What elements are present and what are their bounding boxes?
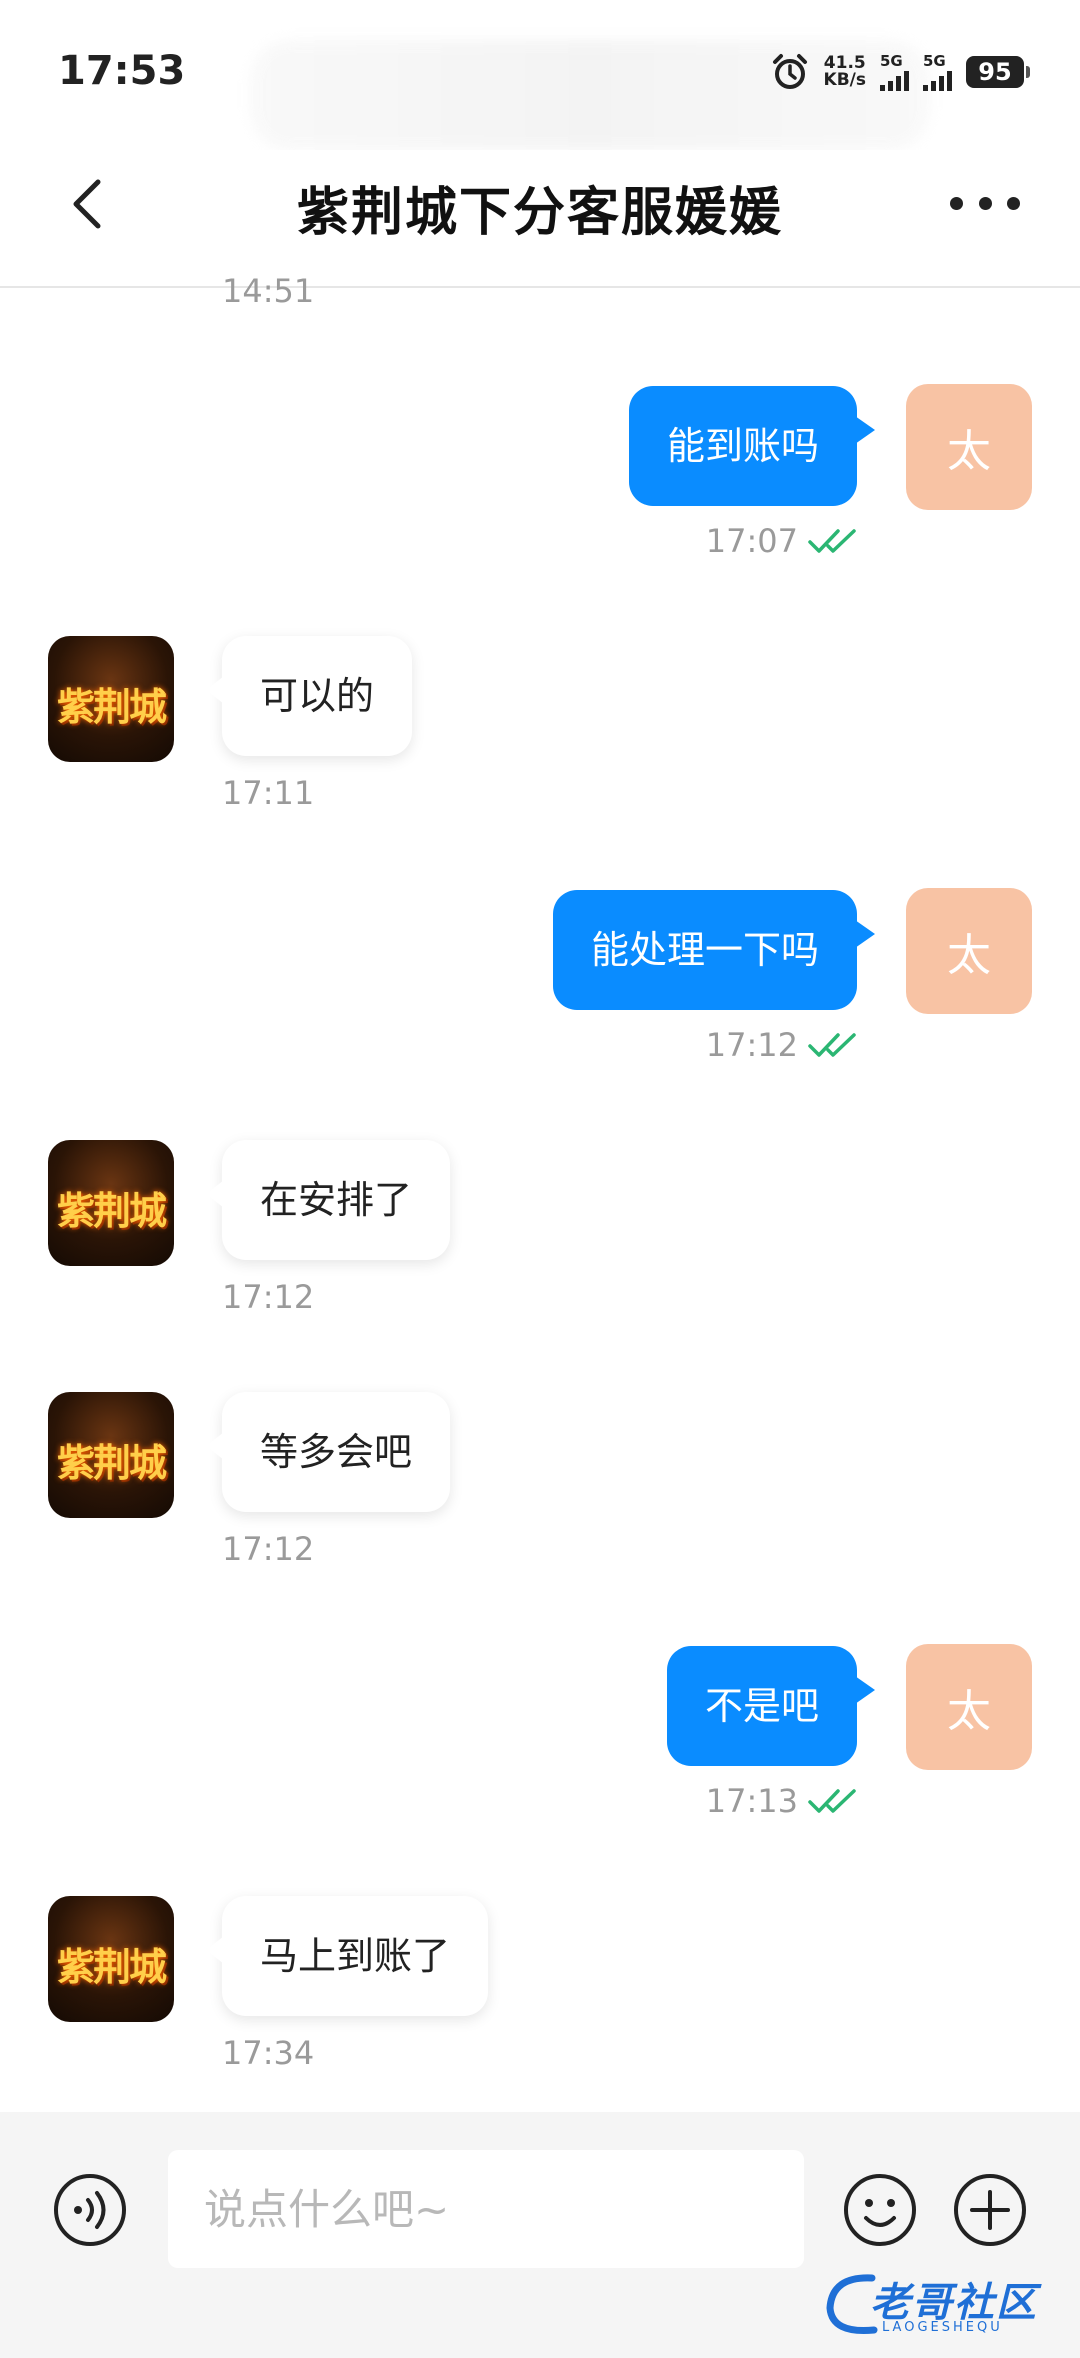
- incoming-message-bubble[interactable]: 在安排了: [205, 1140, 451, 1260]
- message-meta: 17:12: [706, 1026, 858, 1064]
- support-avatar-logo: 紫荆城: [56, 1189, 167, 1233]
- double-check-icon: [808, 1033, 856, 1057]
- alarm-icon: [772, 54, 807, 89]
- voice-icon[interactable]: [52, 2172, 128, 2248]
- message-input[interactable]: [168, 2150, 804, 2268]
- support-avatar-logo: 紫荆城: [56, 685, 167, 729]
- more-options-icon[interactable]: [950, 178, 1020, 228]
- message-time: 17:07: [705, 522, 798, 560]
- incoming-message-bubble[interactable]: 可以的: [205, 636, 413, 756]
- battery-indicator: 95: [966, 56, 1030, 88]
- watermark-subtext: LAOGESHEQU: [882, 2320, 1003, 2335]
- message-meta: 17:13: [706, 1782, 858, 1820]
- plus-icon[interactable]: [952, 2172, 1028, 2248]
- support-avatar-logo: 紫荆城: [56, 1945, 167, 1989]
- status-bar: 17:53 41.5 KB/s 5G 5G 95: [0, 0, 1080, 150]
- support-avatar[interactable]: 紫荆城: [48, 1392, 174, 1518]
- signal-bars-icon: [880, 69, 909, 91]
- watermark-logo: 老哥社区 LAOGESHEQU: [822, 2264, 1062, 2346]
- my-avatar-label: 太: [947, 930, 991, 981]
- support-avatar-logo: 紫荆城: [56, 1441, 167, 1485]
- chat-title: 紫荆城下分客服媛媛: [296, 183, 783, 243]
- my-avatar-label: 太: [947, 426, 991, 477]
- my-avatar[interactable]: 太: [906, 384, 1032, 510]
- outgoing-message-bubble[interactable]: 能到账吗: [628, 386, 876, 506]
- network-speed: 41.5 KB/s: [824, 55, 866, 89]
- sim1-label: 5G: [880, 51, 903, 70]
- signal-sim1: 5G: [880, 51, 909, 91]
- message-time: 17:12: [222, 1530, 315, 1568]
- my-avatar[interactable]: 太: [906, 888, 1032, 1014]
- support-avatar[interactable]: 紫荆城: [48, 1140, 174, 1266]
- message-time: 17:34: [222, 2034, 315, 2072]
- chat-header: 紫荆城下分客服媛媛: [0, 150, 1080, 288]
- signal-bars-icon: [923, 69, 952, 91]
- outgoing-message-bubble[interactable]: 能处理一下吗: [552, 890, 876, 1010]
- my-avatar-label: 太: [947, 1686, 991, 1737]
- status-time: 17:53: [58, 48, 186, 94]
- partial-timestamp: 14:51: [222, 272, 315, 310]
- message-time: 17:11: [222, 774, 315, 812]
- sim2-label: 5G: [923, 51, 946, 70]
- message-meta: 17:07: [706, 522, 858, 560]
- message-time: 17:13: [705, 1782, 798, 1820]
- outgoing-message-bubble[interactable]: 不是吧: [666, 1646, 876, 1766]
- incoming-message-bubble[interactable]: 等多会吧: [205, 1392, 451, 1512]
- incoming-message-bubble[interactable]: 马上到账了: [205, 1896, 489, 2016]
- my-avatar[interactable]: 太: [906, 1644, 1032, 1770]
- double-check-icon: [808, 1789, 856, 1813]
- emoji-icon[interactable]: [842, 2172, 918, 2248]
- status-indicators: 41.5 KB/s 5G 5G 95: [770, 51, 1030, 92]
- support-avatar[interactable]: 紫荆城: [48, 636, 174, 762]
- message-time: 17:12: [222, 1278, 315, 1316]
- network-speed-unit: KB/s: [823, 70, 866, 90]
- support-avatar[interactable]: 紫荆城: [48, 1896, 174, 2022]
- double-check-icon: [808, 529, 856, 553]
- message-time: 17:12: [705, 1026, 798, 1064]
- signal-sim2: 5G: [923, 51, 952, 91]
